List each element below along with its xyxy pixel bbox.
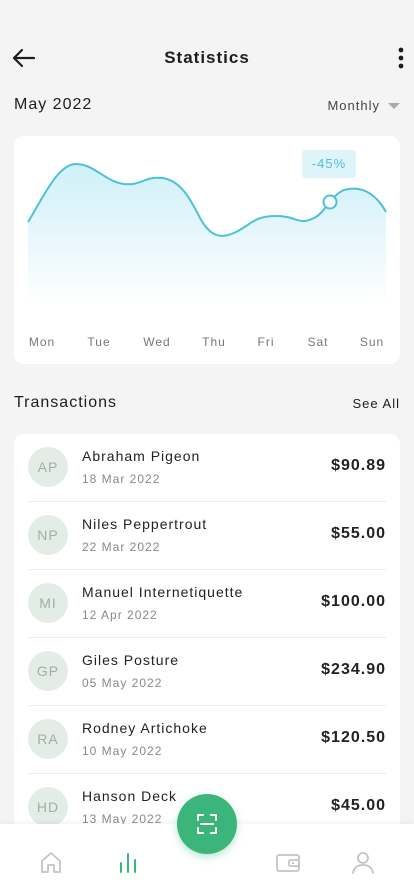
transaction-row[interactable]: NP Niles Peppertrout 22 Mar 2022 $55.00 [28,502,386,570]
wallet-icon [276,854,300,872]
profile-icon [352,852,374,874]
transaction-name: Giles Posture [82,652,180,668]
transactions-title: Transactions [14,394,117,411]
transaction-amount: $120.50 [321,729,386,746]
caret-down-icon [388,102,400,109]
avatar: GP [28,651,68,691]
page-title: Statistics [164,48,250,67]
transaction-name: Niles Peppertrout [82,516,208,532]
nav-wallet[interactable] [274,848,302,876]
x-tick-label: Wed [143,335,171,349]
scan-icon [197,814,217,834]
avatar: NP [28,515,68,555]
transaction-amount: $55.00 [331,525,386,542]
scan-button[interactable] [177,794,237,854]
period-dropdown[interactable]: Monthly [327,98,400,113]
transaction-name: Hanson Deck [82,788,178,804]
transaction-date: 05 May 2022 [82,676,163,690]
x-tick-label: Fri [257,335,275,349]
chart-card: -45% Mon Tue Wed Thu Fri Sat Sun [14,136,400,364]
highlight-point[interactable] [322,194,338,210]
transaction-date: 10 May 2022 [82,744,163,758]
transaction-row[interactable]: AP Abraham Pigeon 18 Mar 2022 $90.89 [28,434,386,502]
nav-statistics[interactable] [114,848,142,876]
transaction-name: Rodney Artichoke [82,720,208,736]
avatar: HD [28,787,68,827]
period-row: May 2022 Monthly [14,96,400,118]
x-tick-label: Mon [28,335,56,349]
more-vertical-icon [398,47,404,69]
see-all-link[interactable]: See All [353,396,400,411]
transaction-date: 12 Apr 2022 [82,608,158,622]
nav-home[interactable] [37,848,65,876]
avatar: MI [28,583,68,623]
home-icon [41,852,61,873]
transaction-amount: $100.00 [321,593,386,610]
statistics-icon [120,853,136,873]
transactions-header: Transactions See All [14,394,400,414]
nav-profile[interactable] [349,848,377,876]
x-axis-labels: Mon Tue Wed Thu Fri Sat Sun [14,335,400,351]
transaction-amount: $45.00 [331,797,386,814]
transaction-date: 22 Mar 2022 [82,540,161,554]
transaction-name: Manuel Internetiquette [82,584,244,600]
transaction-date: 18 Mar 2022 [82,472,161,486]
x-tick-label: Tue [87,335,111,349]
x-tick-label: Sun [359,335,385,349]
transaction-row[interactable]: RA Rodney Artichoke 10 May 2022 $120.50 [28,706,386,774]
x-tick-label: Thu [202,335,226,349]
avatar: AP [28,447,68,487]
transaction-row[interactable]: MI Manuel Internetiquette 12 Apr 2022 $1… [28,570,386,638]
transaction-name: Abraham Pigeon [82,448,201,464]
transaction-amount: $234.90 [321,661,386,678]
x-tick-label: Sat [307,335,329,349]
header: Statistics [0,0,414,90]
period-title: May 2022 [14,96,93,113]
area-fill [28,164,386,306]
more-options-button[interactable] [394,44,408,72]
transaction-row[interactable]: GP Giles Posture 05 May 2022 $234.90 [28,638,386,706]
period-dropdown-label: Monthly [327,98,380,113]
avatar: RA [28,719,68,759]
highlight-badge: -45% [302,150,356,178]
transaction-amount: $90.89 [331,457,386,474]
